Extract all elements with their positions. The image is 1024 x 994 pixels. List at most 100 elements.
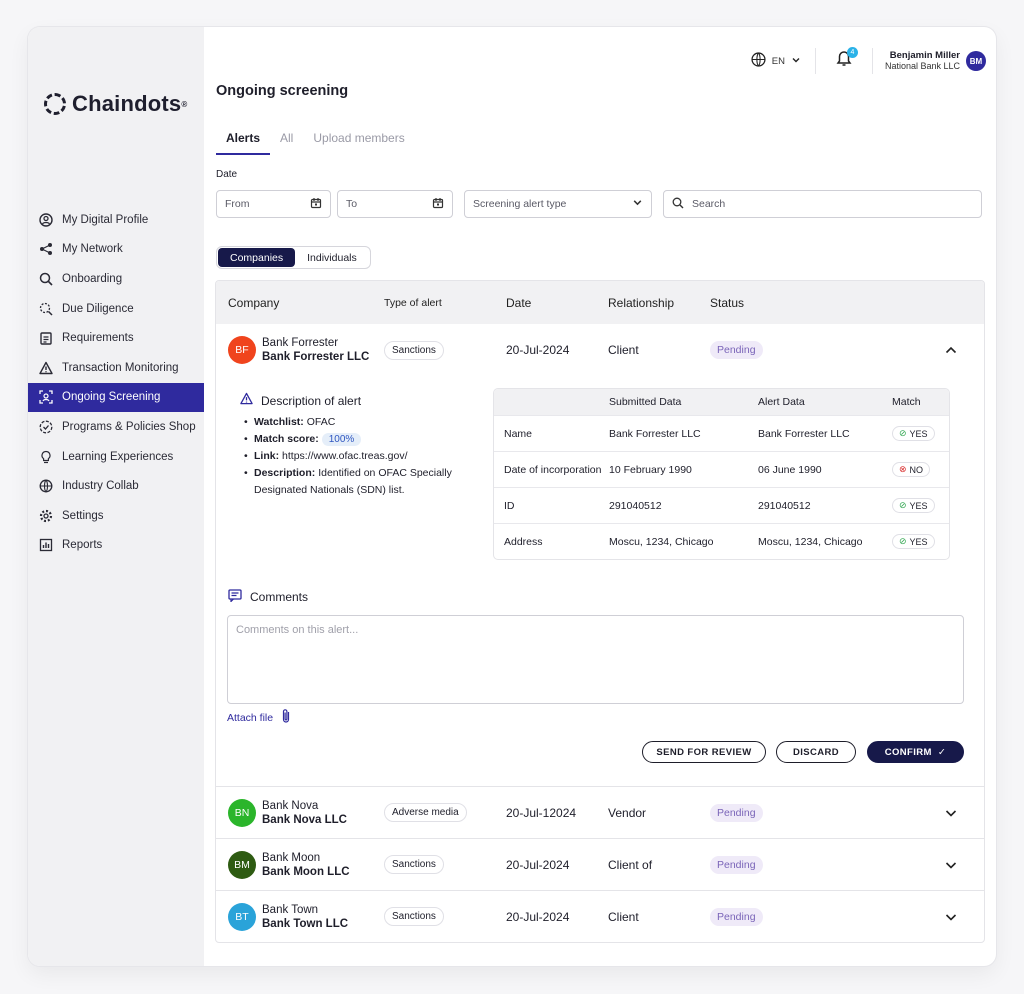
match-field: Date of incorporation (504, 463, 602, 476)
company-name: Bank Forrester (262, 337, 339, 349)
search-placeholder: Search (692, 198, 726, 210)
toggle-individuals[interactable]: Individuals (295, 248, 369, 267)
attach-file-link[interactable]: Attach file (227, 708, 291, 727)
match-label: NO (909, 464, 924, 475)
notifications-button[interactable]: 4 (834, 47, 858, 71)
company-cell: BF Bank Forrester Bank Forrester LLC (216, 336, 384, 364)
sidebar-item-onboarding[interactable]: Onboarding (28, 264, 204, 294)
alert-description: Description of alert Watchlist: OFAC Mat… (240, 392, 480, 499)
sidebar: Chaindots ® My Digital Profile My Network… (28, 27, 204, 966)
share-icon (38, 241, 54, 257)
check-circle-icon: ⊘ (899, 536, 907, 546)
watchlist-value: OFAC (306, 416, 336, 428)
sidebar-item-learning[interactable]: Learning Experiences (28, 442, 204, 472)
match-table-header: Submitted Data Alert Data Match (494, 389, 949, 415)
table-row[interactable]: BN Bank Nova Bank Nova LLC Adverse media … (216, 786, 984, 838)
alert-type-chip: Sanctions (384, 855, 444, 874)
company-legal-name: Bank Forrester LLC (262, 351, 370, 363)
comment-icon (228, 589, 242, 605)
tab-all[interactable]: All (270, 129, 303, 155)
submitted-value: 10 February 1990 (609, 463, 692, 476)
app-window: Chaindots ® My Digital Profile My Network… (28, 27, 996, 966)
avatar[interactable]: BM (966, 51, 986, 71)
match-score-value: 100% (321, 433, 362, 446)
link-value[interactable]: https://www.ofac.treas.gov/ (282, 450, 407, 462)
topbar: EN 4 Benjamin Miller National Bank LLC B… (751, 47, 986, 75)
status-badge: Pending (710, 855, 763, 874)
sidebar-item-label: Settings (62, 509, 104, 522)
header-match: Match (892, 396, 921, 408)
sidebar-item-label: Learning Experiences (62, 450, 174, 463)
company-avatar: BN (228, 798, 256, 827)
submitted-value: 291040512 (609, 499, 662, 512)
description-item: Description: Identified on OFAC Speciall… (244, 465, 480, 499)
sidebar-item-label: Requirements (62, 332, 134, 345)
match-row: Name Bank Forrester LLC Bank Forrester L… (494, 415, 949, 451)
main-content: EN 4 Benjamin Miller National Bank LLC B… (204, 27, 996, 966)
page-title: Ongoing screening (216, 83, 349, 99)
alerts-table: Company Type of alert Date Relationship … (215, 280, 985, 943)
company-cell: BN Bank Nova Bank Nova LLC (216, 798, 384, 827)
tab-upload-members[interactable]: Upload members (303, 129, 414, 155)
search-icon (672, 197, 684, 212)
chevron-down-icon[interactable] (944, 806, 958, 820)
sidebar-item-label: Transaction Monitoring (62, 361, 179, 374)
table-row[interactable]: BF Bank Forrester Bank Forrester LLC Sanc… (216, 324, 984, 376)
notification-count: 4 (846, 47, 858, 58)
x-circle-icon: ⊗ (899, 464, 907, 474)
sidebar-item-ongoing-screening[interactable]: Ongoing Screening (28, 382, 204, 413)
sidebar-item-network[interactable]: My Network (28, 235, 204, 265)
date-from-field[interactable]: From (216, 190, 331, 218)
tab-alerts[interactable]: Alerts (216, 129, 271, 155)
table-row[interactable]: BT Bank Town Bank Town LLC Sanctions 20-J… (216, 890, 984, 942)
dotted-check-icon (38, 419, 54, 435)
sidebar-item-requirements[interactable]: Requirements (28, 323, 204, 353)
sidebar-item-reports[interactable]: Reports (28, 531, 204, 561)
match-score-item: Match score: 100% (244, 431, 480, 448)
sidebar-item-industry-collab[interactable]: Industry Collab (28, 471, 204, 501)
relationship: Client (608, 909, 639, 924)
sidebar-item-digital-profile[interactable]: My Digital Profile (28, 205, 204, 235)
chevron-down-icon[interactable] (944, 910, 958, 924)
watchlist-key: Watchlist: (254, 416, 304, 428)
sidebar-item-label: Industry Collab (62, 480, 139, 493)
send-for-review-button[interactable]: SEND FOR REVIEW (642, 741, 766, 763)
description-title: Description of alert (261, 393, 362, 408)
user-menu[interactable]: Benjamin Miller National Bank LLC BM (871, 48, 986, 74)
match-table: Submitted Data Alert Data Match Name Ban… (493, 388, 950, 560)
chevron-up-icon[interactable] (944, 343, 958, 357)
match-field: Name (504, 427, 533, 440)
match-row: Date of incorporation 10 February 1990 0… (494, 451, 949, 487)
company-legal-name: Bank Moon LLC (262, 865, 350, 878)
alert-value: 06 June 1990 (758, 463, 822, 476)
match-row: ID 291040512 291040512 ⊘ YES (494, 487, 949, 523)
sidebar-item-due-diligence[interactable]: Due Diligence (28, 294, 204, 324)
calendar-icon (310, 197, 322, 212)
attach-label: Attach file (227, 711, 274, 724)
language-selector[interactable]: EN (751, 48, 816, 74)
discard-button[interactable]: DISCARD (776, 741, 856, 763)
alert-value: Moscu, 1234, Chicago (758, 535, 863, 548)
header-relationship: Relationship (608, 295, 675, 310)
comments-textarea[interactable]: Comments on this alert... (227, 615, 964, 704)
company-avatar: BT (228, 902, 256, 931)
table-row[interactable]: BM Bank Moon Bank Moon LLC Sanctions 20-J… (216, 838, 984, 890)
language-label: EN (771, 55, 785, 67)
confirm-button[interactable]: CONFIRM ✓ (867, 741, 964, 763)
sidebar-item-transaction-monitoring[interactable]: Transaction Monitoring (28, 353, 204, 383)
user-org: National Bank LLC (884, 61, 960, 71)
company-name: Bank Moon (262, 851, 321, 864)
toggle-companies[interactable]: Companies (218, 248, 296, 267)
date-to-field[interactable]: To (337, 190, 453, 218)
sidebar-item-settings[interactable]: Settings (28, 501, 204, 531)
relationship: Client (608, 343, 639, 357)
search-person-icon (38, 271, 54, 287)
status-badge: Pending (710, 341, 763, 359)
alert-type-select[interactable]: Screening alert type (464, 190, 652, 218)
sidebar-item-programs-policies[interactable]: Programs & Policies Shop (28, 412, 204, 442)
chevron-down-icon[interactable] (944, 858, 958, 872)
alert-type-chip: Adverse media (384, 803, 467, 822)
match-yes-badge: ⊘ YES (892, 426, 935, 441)
search-input[interactable]: Search (663, 190, 982, 218)
match-yes-badge: ⊘ YES (892, 498, 935, 513)
